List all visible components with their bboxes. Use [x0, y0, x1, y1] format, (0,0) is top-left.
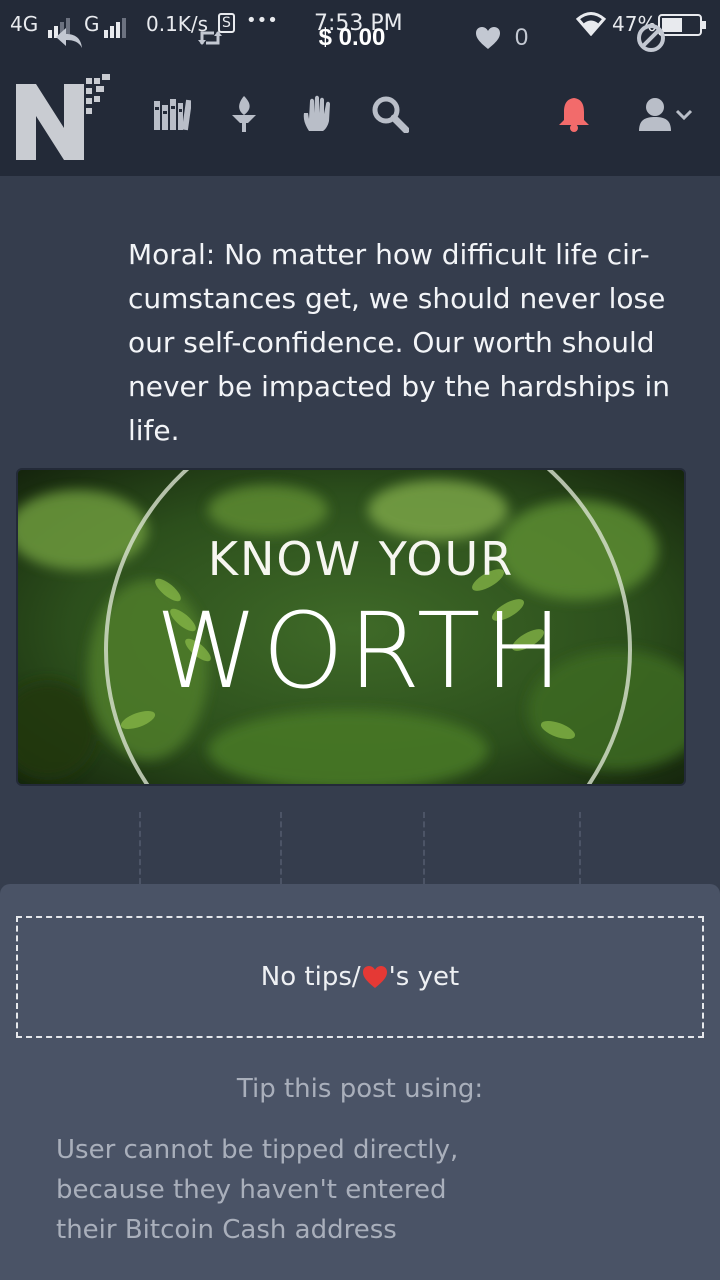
torch-icon[interactable]	[224, 92, 264, 136]
tip-amount[interactable]: $ 0.00	[282, 0, 422, 76]
user-menu-icon[interactable]	[626, 92, 702, 136]
heart-icon	[475, 27, 500, 49]
chevron-down-icon	[675, 109, 693, 120]
post-moral-text: Moral: No matter how difficult life cir-…	[128, 238, 671, 447]
no-tips-prefix: No tips/	[260, 962, 361, 992]
post-image-know-your-worth[interactable]: KNOW YOUR WORTH	[16, 468, 686, 786]
hand-icon[interactable]	[296, 92, 340, 136]
noise-cash-logo-icon[interactable]	[14, 62, 114, 162]
divider	[280, 812, 282, 884]
block-icon	[636, 24, 665, 52]
cannot-tip-message: User cannot be tipped directly, because …	[56, 1135, 459, 1245]
like-button[interactable]: 0	[425, 0, 578, 76]
image-text-know-your: KNOW YOUR	[207, 532, 515, 586]
heart-icon	[362, 966, 387, 988]
notification-bell-icon[interactable]	[552, 92, 596, 136]
reply-button[interactable]	[0, 0, 138, 76]
image-text-worth: WORTH	[155, 590, 567, 712]
tip-using-label: Tip this post using:	[236, 1074, 484, 1104]
like-count: 0	[514, 24, 529, 51]
library-icon[interactable]	[150, 92, 194, 136]
divider	[423, 812, 425, 884]
block-button[interactable]	[581, 0, 720, 76]
divider	[139, 812, 141, 884]
no-tips-box: No tips/ 's yet	[16, 916, 704, 1038]
repost-button[interactable]	[141, 0, 279, 76]
reply-icon	[56, 28, 82, 48]
search-icon[interactable]	[368, 92, 412, 136]
divider	[579, 812, 581, 884]
no-tips-suffix: 's yet	[388, 962, 460, 992]
repost-icon	[198, 31, 222, 45]
